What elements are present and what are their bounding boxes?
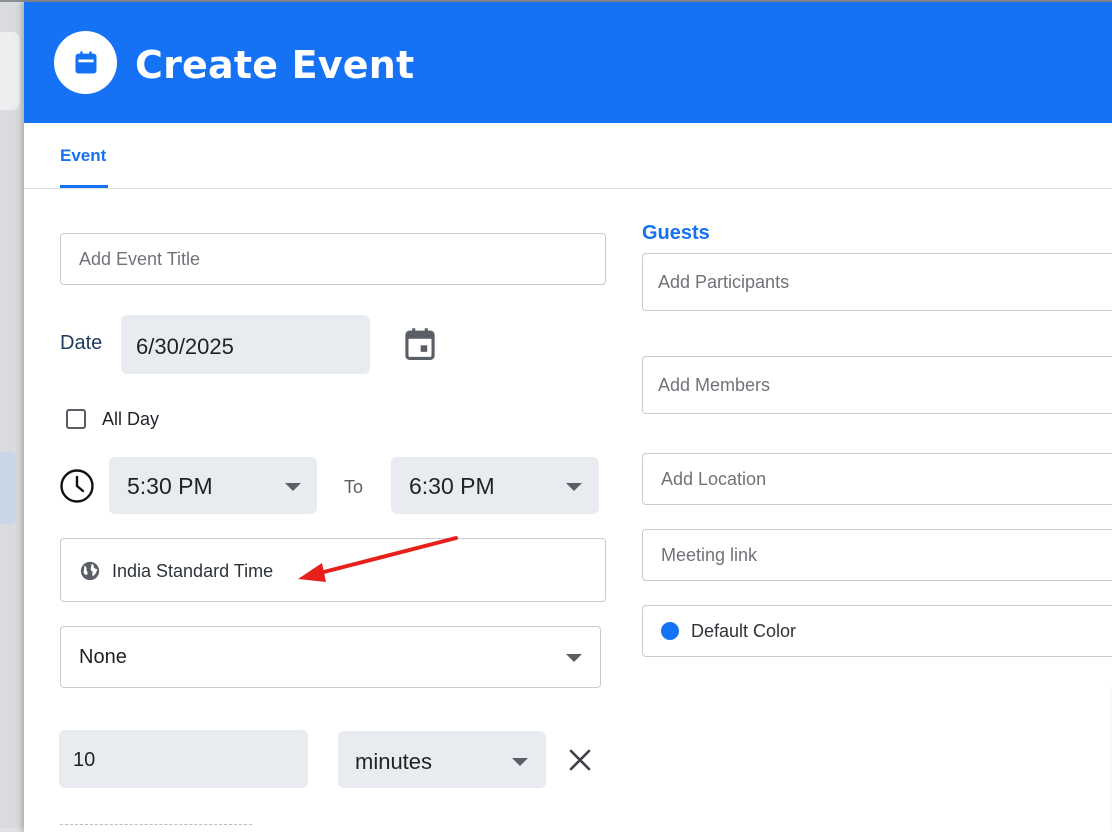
- repeat-select[interactable]: None: [60, 626, 601, 688]
- chevron-down-icon: [512, 758, 528, 766]
- start-time-value: 5:30 PM: [127, 473, 213, 499]
- calendar-icon: [54, 31, 117, 94]
- reminder-unit-select[interactable]: minutes: [338, 731, 546, 788]
- chevron-down-icon: [566, 483, 582, 491]
- backdrop-panel: [0, 452, 16, 524]
- start-time-select[interactable]: 5:30 PM: [109, 457, 317, 514]
- color-select[interactable]: Default Color: [642, 605, 1112, 657]
- event-title-placeholder: Add Event Title: [79, 249, 201, 269]
- end-time-value: 6:30 PM: [409, 473, 495, 499]
- location-placeholder: Add Location: [661, 469, 767, 489]
- to-label: To: [344, 477, 364, 497]
- meeting-link-input[interactable]: Meeting link: [642, 529, 1112, 581]
- participants-placeholder: Add Participants: [658, 272, 790, 292]
- reminder-unit-value: minutes: [355, 749, 433, 774]
- end-time-select[interactable]: 6:30 PM: [391, 457, 599, 514]
- annotation-arrow: [298, 536, 458, 582]
- location-input[interactable]: Add Location: [642, 453, 1112, 505]
- meeting-link-placeholder: Meeting link: [661, 545, 758, 565]
- add-reminder-placeholder: [60, 824, 252, 832]
- event-title-input[interactable]: Add Event Title: [60, 233, 606, 285]
- backdrop: [0, 0, 24, 828]
- date-value: 6/30/2025: [136, 334, 234, 359]
- date-input[interactable]: 6/30/2025: [121, 315, 370, 374]
- color-label: Default Color: [691, 621, 797, 641]
- dialog-header: Create Event: [24, 2, 1112, 123]
- repeat-value: None: [79, 646, 127, 668]
- globe-icon: [79, 560, 101, 582]
- backdrop-panel: [0, 32, 20, 110]
- chevron-down-icon: [285, 483, 301, 491]
- reminder-value-input[interactable]: 10: [59, 730, 308, 788]
- members-input[interactable]: Add Members: [642, 356, 1112, 414]
- color-swatch: [661, 622, 679, 640]
- chevron-down-icon: [566, 654, 582, 662]
- tab-event[interactable]: Event: [60, 146, 106, 166]
- panel-edge: [1108, 686, 1112, 830]
- close-icon: [569, 749, 591, 771]
- calendar-picker-icon[interactable]: [404, 327, 436, 361]
- active-tab-indicator: [60, 185, 108, 188]
- tab-bar: Event: [24, 123, 1112, 189]
- create-event-dialog: Create Event Event Add Event Title Date …: [24, 2, 1112, 832]
- dialog-title: Create Event: [135, 43, 415, 87]
- participants-input[interactable]: Add Participants: [642, 253, 1112, 311]
- all-day-label: All Day: [102, 409, 160, 429]
- reminder-value: 10: [73, 749, 96, 771]
- guests-heading: Guests: [642, 222, 710, 244]
- date-label: Date: [60, 332, 103, 354]
- members-placeholder: Add Members: [658, 375, 771, 395]
- all-day-checkbox[interactable]: [66, 409, 86, 429]
- remove-reminder-button[interactable]: [568, 748, 592, 772]
- timezone-value: India Standard Time: [112, 561, 274, 581]
- clock-icon: [59, 468, 95, 504]
